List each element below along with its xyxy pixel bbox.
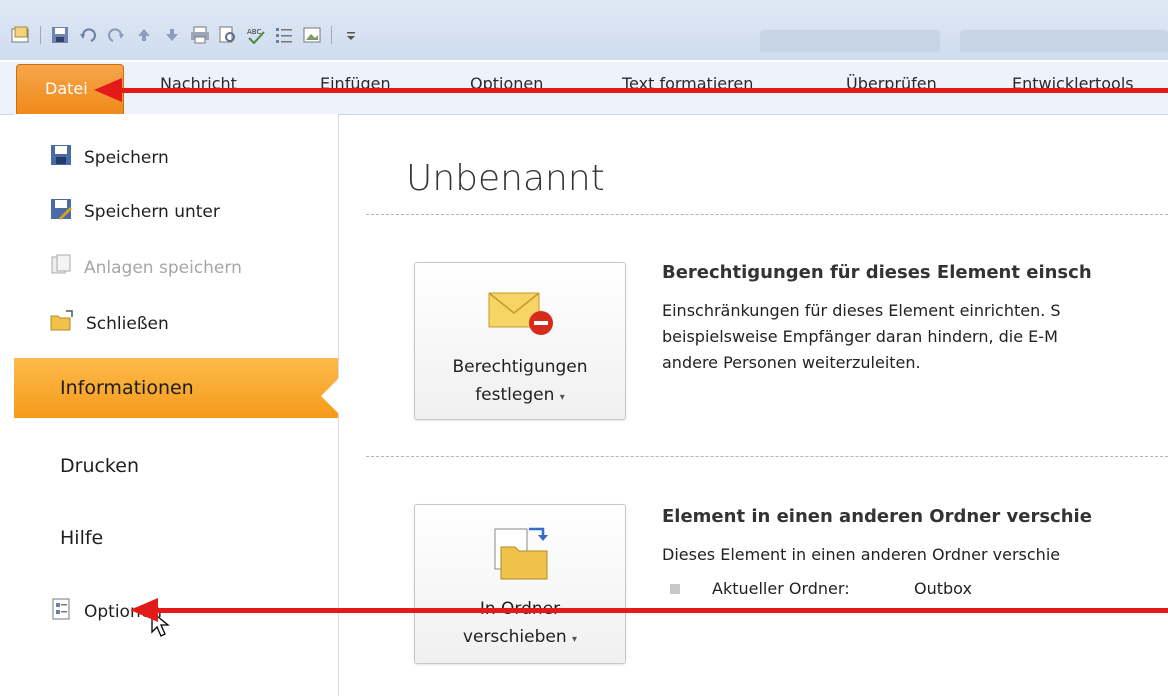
current-folder-label: Aktueller Ordner:: [712, 579, 850, 598]
toolbar-separator: [331, 26, 332, 44]
arrowhead-icon: [130, 598, 158, 622]
toolbar-separator: [40, 26, 41, 44]
annotation-arrow-optionen: [150, 608, 1168, 613]
folder-close-icon: [50, 310, 74, 337]
envelope-restricted-icon: [487, 287, 557, 341]
button-label-line2: festlegen ▾: [475, 385, 565, 405]
menu-item-schliessen[interactable]: Schließen: [50, 310, 169, 337]
image-icon[interactable]: [301, 24, 323, 46]
redo-icon[interactable]: [105, 24, 127, 46]
nav-informationen[interactable]: Informationen: [14, 358, 339, 418]
menu-item-label: Speichern unter: [84, 201, 220, 222]
chevron-down-icon: ▾: [572, 634, 578, 645]
quick-access-toolbar: ABC: [10, 24, 362, 46]
permissions-heading: Berechtigungen für dieses Element einsch: [662, 262, 1092, 283]
permissions-desc-line2: beispielsweise Empfänger daran hindern, …: [662, 327, 1058, 346]
divider: [366, 214, 1168, 215]
svg-text:ABC: ABC: [247, 28, 261, 36]
arrowhead-icon: [94, 78, 122, 102]
nav-label: Drucken: [60, 455, 139, 477]
customize-icon[interactable]: [340, 24, 362, 46]
current-folder-value: Outbox: [914, 579, 972, 598]
spelling-icon[interactable]: ABC: [245, 24, 267, 46]
save-icon: [50, 144, 72, 171]
set-permissions-button[interactable]: Berechtigungen festlegen ▾: [414, 262, 626, 420]
up-arrow-icon[interactable]: [133, 24, 155, 46]
button-label-line2: verschieben ▾: [462, 627, 578, 647]
title-bar: ABC: [0, 0, 1168, 60]
selection-indicator: [321, 378, 339, 414]
menu-item-speichern[interactable]: Speichern: [50, 144, 169, 171]
save-as-icon: [50, 198, 72, 225]
page-title: Unbenannt: [406, 158, 605, 199]
move-heading: Element in einen anderen Ordner verschie: [662, 506, 1092, 527]
menu-item-speichern-unter[interactable]: Speichern unter: [50, 198, 220, 225]
blurred-window-tab: [960, 30, 1168, 52]
blurred-window-tab: [760, 30, 940, 52]
down-arrow-icon[interactable]: [161, 24, 183, 46]
preview-icon[interactable]: [217, 24, 239, 46]
attachments-icon: [50, 254, 72, 281]
options-icon: [50, 598, 72, 625]
menu-item-anlagen-speichern: Anlagen speichern: [50, 254, 242, 281]
nav-label: Hilfe: [60, 527, 104, 549]
menu-item-label: Speichern: [84, 147, 169, 168]
permissions-desc-line3: andere Personen weiterzuleiten.: [662, 353, 921, 372]
app-icon[interactable]: [10, 24, 32, 46]
move-to-folder-button[interactable]: In Ordner verschieben ▾: [414, 504, 626, 664]
bullet: [670, 584, 680, 594]
save-icon[interactable]: [49, 24, 71, 46]
menu-item-label: Schließen: [86, 313, 169, 334]
button-label-line1: Berechtigungen: [452, 357, 588, 377]
move-desc-line1: Dieses Element in einen anderen Ordner v…: [662, 545, 1061, 564]
undo-icon[interactable]: [77, 24, 99, 46]
nav-label: Informationen: [60, 377, 194, 399]
nav-hilfe[interactable]: Hilfe: [14, 508, 338, 568]
menu-item-label: Anlagen speichern: [84, 257, 242, 278]
permissions-desc-line1: Einschränkungen für dieses Element einri…: [662, 301, 1061, 320]
chevron-down-icon: ▾: [559, 392, 565, 403]
nav-drucken[interactable]: Drucken: [14, 436, 338, 496]
print-icon[interactable]: [189, 24, 211, 46]
divider: [366, 456, 1168, 457]
list-icon[interactable]: [273, 24, 295, 46]
annotation-arrow-datei: [114, 88, 1168, 93]
move-folder-icon: [489, 523, 553, 587]
